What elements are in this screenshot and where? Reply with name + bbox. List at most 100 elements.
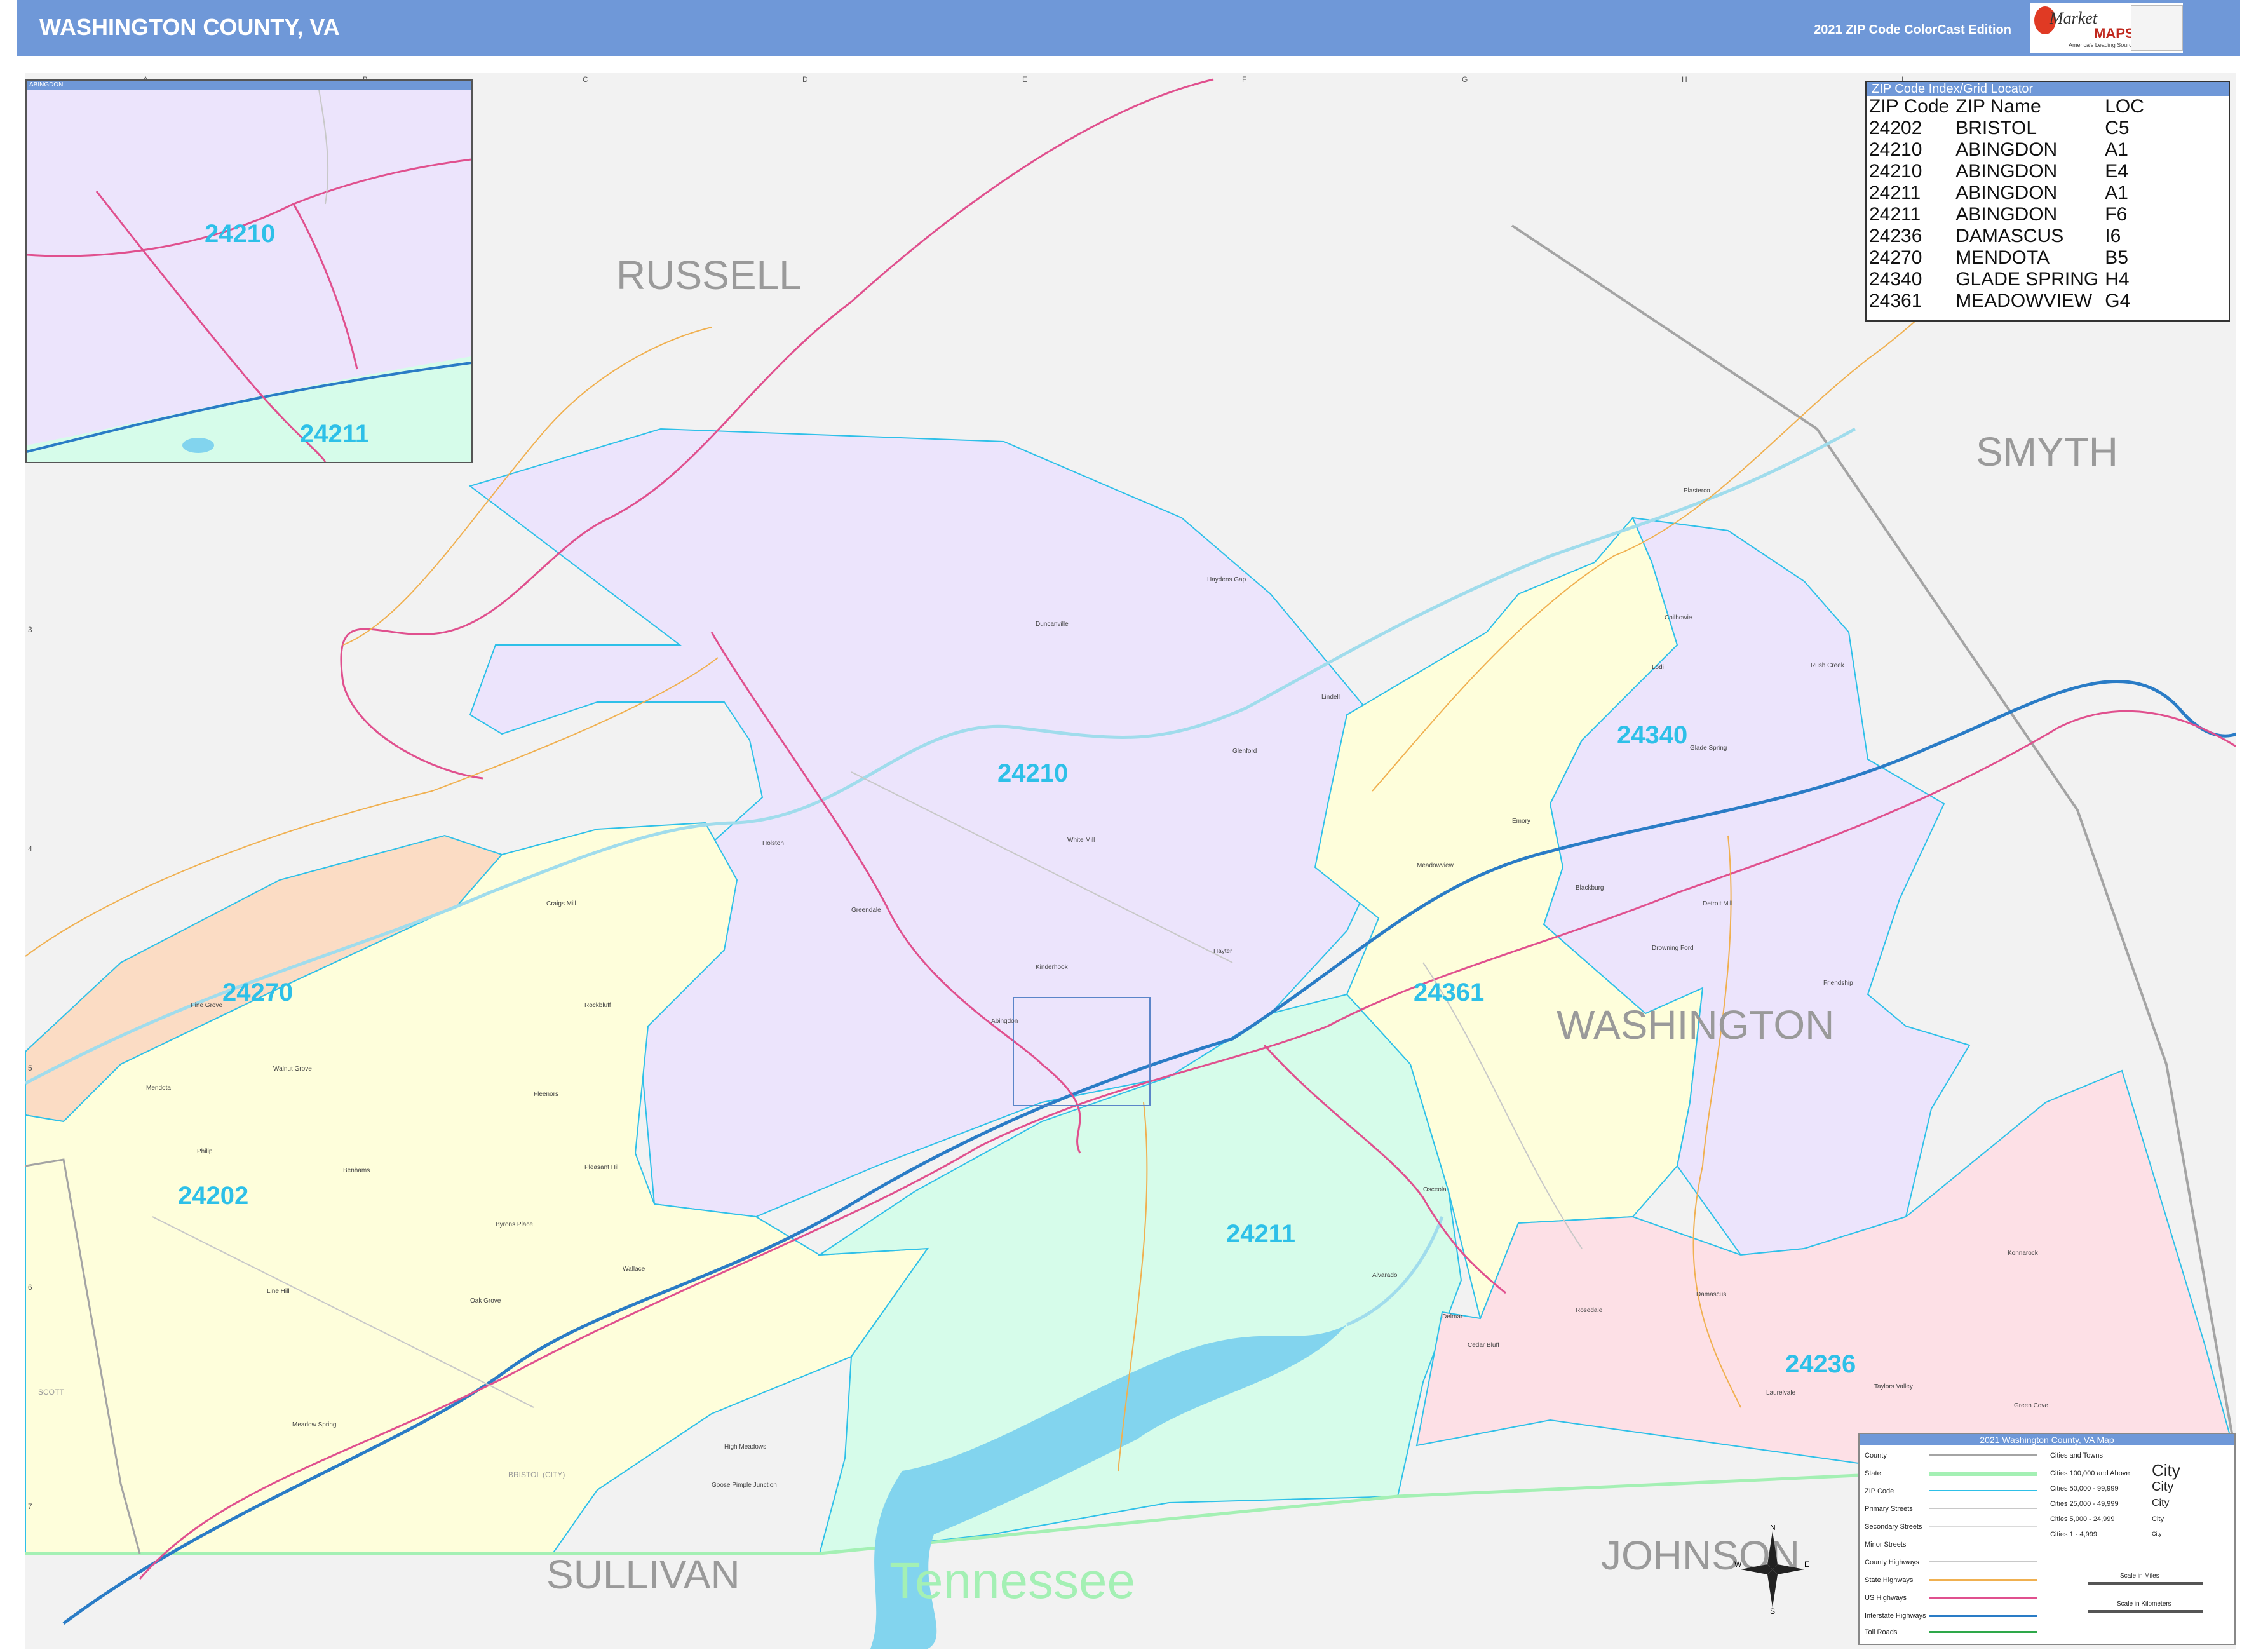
zip-cell: 24210 xyxy=(1869,139,1922,160)
loc-cell: B5 xyxy=(2105,247,2128,268)
place-label: Hayter xyxy=(1213,948,1232,955)
legend-item-state: State xyxy=(1865,1470,1881,1477)
place-label: Pine Grove xyxy=(191,1002,222,1009)
place-label: Drowning Ford xyxy=(1652,945,1694,952)
county-label-smyth: SMYTH xyxy=(1976,429,2118,475)
legend-swatch-zip xyxy=(1929,1490,2037,1491)
logo-brand-text: Market xyxy=(2050,9,2098,27)
place-label: Wallace xyxy=(623,1266,645,1273)
legend-item-minor: Minor Streets xyxy=(1865,1541,1907,1548)
legend-swatch-county-hwy xyxy=(1929,1561,2037,1562)
table-row: 24236 DAMASCUS I6 xyxy=(1869,226,2151,247)
compass-north: N xyxy=(1770,1525,1776,1532)
table-row: 24211 ABINGDON A1 xyxy=(1869,182,2151,204)
place-label: Mendota xyxy=(146,1085,171,1092)
grid-row-label: 5 xyxy=(28,1064,32,1073)
legend-item-toll: Toll Roads xyxy=(1865,1628,1898,1636)
place-label: Walnut Grove xyxy=(273,1066,312,1073)
name-cell: GLADE SPRING xyxy=(1955,269,2099,290)
scale-bar-miles xyxy=(2088,1582,2203,1585)
place-label: Byrons Place xyxy=(496,1221,533,1228)
loc-cell: H4 xyxy=(2105,269,2130,290)
inset-map: 24210 24211 xyxy=(26,89,472,463)
place-label: Delmar xyxy=(1442,1313,1463,1320)
legend-city-tier: Cities 1 - 4,999 xyxy=(2050,1531,2097,1538)
place-label: Rosedale xyxy=(1576,1307,1603,1314)
loc-cell: F6 xyxy=(2105,204,2128,225)
compass-west: W xyxy=(1734,1560,1742,1569)
place-label: Emory xyxy=(1512,818,1530,825)
name-cell: DAMASCUS xyxy=(1955,226,2064,247)
zip-index-table: ZIP Code ZIP Name LOC 24202 BRISTOL C5 242… xyxy=(1869,96,2151,312)
place-label: Alvarado xyxy=(1372,1272,1398,1279)
grid-column-label: D xyxy=(802,75,808,84)
place-label: Plasterco xyxy=(1684,487,1710,494)
legend-item-secondary: Secondary Streets xyxy=(1865,1523,1922,1531)
zip-cell: 24210 xyxy=(1869,161,1922,182)
zip-cell: 24361 xyxy=(1869,290,1922,311)
inset-title: ABINGDON xyxy=(27,81,471,90)
place-label: Green Cove xyxy=(2014,1402,2048,1409)
zip-label-24340: 24340 xyxy=(1617,721,1687,749)
county-label-washington: WASHINGTON xyxy=(1557,1002,1834,1048)
name-cell: ABINGDON xyxy=(1955,204,2058,225)
place-label: Oak Grove xyxy=(470,1297,501,1304)
place-label: White Mill xyxy=(1067,837,1095,844)
loc-cell: A1 xyxy=(2105,182,2128,203)
legend-item-county-hwy: County Highways xyxy=(1865,1559,1919,1566)
county-label-russell: RUSSELL xyxy=(616,252,802,298)
place-label: Rockbluff xyxy=(584,1002,611,1009)
place-label: Pleasant Hill xyxy=(584,1164,620,1171)
header-loc: LOC xyxy=(2105,96,2144,117)
place-label: Benhams xyxy=(343,1167,370,1174)
name-cell: BRISTOL xyxy=(1955,118,2037,139)
name-cell: ABINGDON xyxy=(1955,139,2058,160)
legend-swatch-state xyxy=(1929,1472,2037,1476)
place-label: Goose Pimple Junction xyxy=(712,1482,777,1489)
place-label: Craigs Mill xyxy=(546,900,576,907)
header-bar: WASHINGTON COUNTY, VA 2021 ZIP Code Colo… xyxy=(17,0,2240,56)
legend-item-us-hwy: US Highways xyxy=(1865,1594,1907,1602)
legend-swatch-state-hwy xyxy=(1929,1579,2037,1581)
legend-city-sample-3: City xyxy=(2152,1498,2170,1508)
legend-swatch-secondary xyxy=(1929,1526,2037,1527)
legend-cities-header: Cities and Towns xyxy=(2050,1452,2103,1459)
place-label: Damascus xyxy=(1696,1291,1726,1298)
place-label: Haydens Gap xyxy=(1207,576,1246,583)
legend-item-state-hwy: State Highways xyxy=(1865,1576,1914,1584)
table-row: 24210 ABINGDON E4 xyxy=(1869,161,2151,182)
table-row: 24270 MENDOTA B5 xyxy=(1869,247,2151,269)
abingdon-inset[interactable]: ABINGDON 24210 24211 xyxy=(25,79,473,463)
county-label-scott: SCOTT xyxy=(38,1388,64,1397)
grid-row-label: 3 xyxy=(28,625,32,634)
zip-cell: 24270 xyxy=(1869,247,1922,268)
legend-city-sample-4: City xyxy=(2152,1515,2164,1523)
grid-column-label: E xyxy=(1022,75,1027,84)
place-label: Glenford xyxy=(1232,748,1257,755)
place-label: Cedar Bluff xyxy=(1468,1342,1499,1349)
zip-label-24202: 24202 xyxy=(178,1182,248,1210)
legend-swatch-interstate xyxy=(1929,1615,2037,1617)
legend-city-sample-5: City xyxy=(2152,1531,2162,1537)
name-cell: ABINGDON xyxy=(1955,161,2058,182)
place-label: Fleenors xyxy=(534,1091,558,1098)
loc-cell: I6 xyxy=(2105,226,2121,247)
zip-label-24361: 24361 xyxy=(1414,978,1484,1006)
edition-label: 2021 ZIP Code ColorCast Edition xyxy=(1814,23,2011,37)
zip-index-panel: ZIP Code Index/Grid Locator ZIP Code ZIP… xyxy=(1865,81,2230,322)
legend-city-sample-1: City xyxy=(2152,1461,2180,1480)
scale-km-label: Scale in Kilometers xyxy=(2117,1601,2171,1608)
loc-cell: C5 xyxy=(2105,118,2130,139)
header-zip-code: ZIP Code xyxy=(1869,96,1950,117)
legend-item-interstate: Interstate Highways xyxy=(1865,1612,1926,1620)
inset-pond xyxy=(182,438,214,453)
place-label: Holston xyxy=(762,840,784,847)
table-row: 24211 ABINGDON F6 xyxy=(1869,204,2151,226)
legend-city-tier: Cities 25,000 - 49,999 xyxy=(2050,1500,2119,1508)
place-label: Duncanville xyxy=(1036,621,1069,628)
place-label: Glade Spring xyxy=(1690,745,1727,752)
logo-contact-box xyxy=(2131,5,2183,51)
table-row: 24210 ABINGDON A1 xyxy=(1869,139,2151,161)
legend-item-zip: ZIP Code xyxy=(1865,1487,1894,1495)
legend-swatch-county xyxy=(1929,1454,2037,1456)
